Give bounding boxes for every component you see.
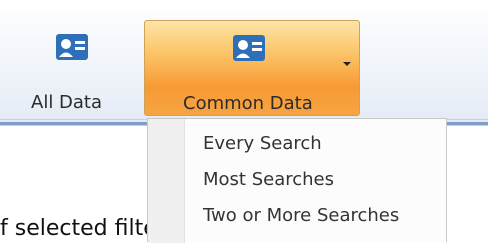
common-data-button[interactable]: Common Data (144, 20, 360, 116)
contact-card-icon (56, 34, 88, 60)
common-data-label: Common Data (183, 93, 313, 114)
menu-icon-gutter (148, 119, 185, 243)
contact-card-icon (233, 35, 265, 61)
all-data-label: All Data (31, 92, 103, 113)
all-data-button[interactable]: All Data (25, 20, 125, 116)
menu-item-most-searches[interactable]: Most Searches (203, 169, 334, 190)
dropdown-arrow-icon[interactable] (343, 62, 351, 66)
common-data-dropdown-menu: Every Search Most Searches Two or More S… (147, 118, 447, 243)
menu-item-every-search[interactable]: Every Search (203, 133, 322, 154)
menu-item-two-or-more-searches[interactable]: Two or More Searches (203, 205, 399, 226)
